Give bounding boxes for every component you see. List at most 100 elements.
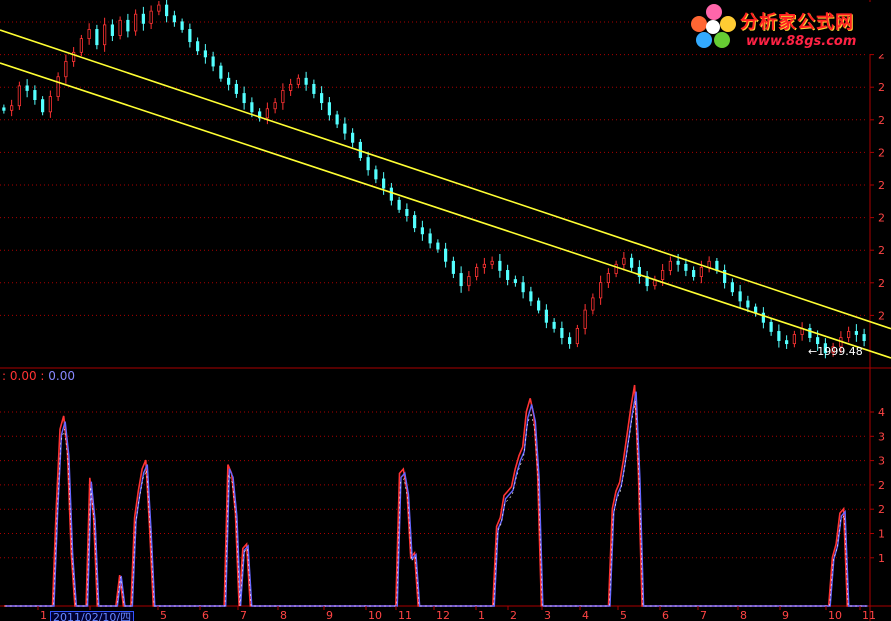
candle-body [10,105,14,111]
candle-body [684,263,688,271]
candle-body [575,327,579,345]
candle-body [312,83,316,94]
time-tick-label: 7 [700,609,707,621]
indicator-line-blue [5,391,868,607]
candle-body [95,29,99,46]
indicator-tick-label: 1 [878,528,885,541]
indicator-value-2: 0.00 [48,369,76,383]
indicator-readout: : 0.00 : 0.00 [2,369,75,383]
time-tick-label: 1 [478,609,485,621]
candle-body [506,270,510,280]
time-tick-label: 1 [40,609,47,621]
candle-body [134,13,138,32]
candle-body [428,233,432,244]
main-tick-label: 2 [878,244,885,257]
candle-body [79,38,83,53]
main-tick-label: 2 [878,212,885,225]
candle-body [847,331,851,338]
candle-body [366,157,370,171]
candle-body [738,291,742,302]
candle-body [304,77,308,85]
candle-body [606,273,610,284]
candle-body [180,21,184,30]
candle-body [196,41,200,52]
candle-body [467,276,471,287]
candle-body [707,260,711,268]
candle-body [498,260,502,271]
candle-body [436,242,440,250]
candle-body [374,169,378,180]
time-tick-label: 2 [510,609,517,621]
channel-line-2 [0,62,891,359]
candle-body [41,99,45,113]
indicator-separator: : [40,369,45,383]
candle-body [87,29,91,40]
time-tick-label: 5 [160,609,167,621]
candle-body [715,260,719,271]
candle-body [730,282,734,293]
candle-body [219,65,223,79]
candle-body [234,83,238,94]
time-tick-label: 12 [436,609,450,621]
time-tick-label: 7 [240,609,247,621]
candle-body [544,309,548,323]
indicator-value-1: 0.00 [9,369,37,383]
time-tick-label: 11 [398,609,412,621]
cursor-date-label: 2011/02/10/四 [50,611,135,621]
candle-body [48,96,52,113]
candle-body [420,227,424,235]
chart-stage: 2222222222←1999.484332211156789101112123… [0,0,891,621]
indicator-tick-label: 3 [878,455,885,468]
candle-body [854,331,858,335]
candle-body [56,76,60,97]
candle-body [862,334,866,341]
time-tick-label: 8 [740,609,747,621]
candle-body [808,327,812,338]
indicator-prefix: : [2,369,7,383]
candle-body [622,257,626,265]
candle-body [289,83,293,91]
candle-body [273,102,277,110]
candle-body [614,263,618,274]
candle-body [816,337,820,345]
candle-body [792,334,796,345]
main-tick-label: 2 [878,309,885,322]
candle-body [475,266,479,277]
candle-body [599,282,603,299]
candle-body [17,85,21,107]
candle-body [692,270,696,277]
candle-body [103,24,107,46]
indicator-tick-label: 2 [878,479,885,492]
candle-body [265,108,269,119]
candle-body [490,260,494,265]
indicator-tick-label: 1 [878,552,885,565]
candle-body [296,77,300,85]
main-tick-label: 2 [878,146,885,159]
candle-body [699,266,703,277]
indicator-tick-label: 2 [878,503,885,516]
main-tick-label: 2 [878,277,885,290]
time-tick-label: 8 [280,609,287,621]
candle-body [513,279,517,284]
candle-body [335,114,339,125]
candle-body [405,209,409,216]
candle-body [568,337,572,345]
candle-body [661,270,665,280]
candle-body [172,15,176,23]
candle-body [382,178,386,189]
candle-body [149,10,153,24]
candle-body [413,215,417,229]
candle-body [64,61,68,78]
candle-body [2,107,6,111]
candle-body [389,187,393,201]
main-tick-label: 2 [878,179,885,192]
candle-body [459,273,463,287]
candle-body [583,309,587,329]
candle-body [188,29,192,43]
candle-body [33,90,37,101]
candle-body [552,321,556,329]
candle-body [126,19,130,32]
main-tick-label: 2 [878,114,885,127]
chart-canvas: 2222222222←1999.484332211156789101112123… [0,0,891,621]
indicator-tick-label: 3 [878,430,885,443]
